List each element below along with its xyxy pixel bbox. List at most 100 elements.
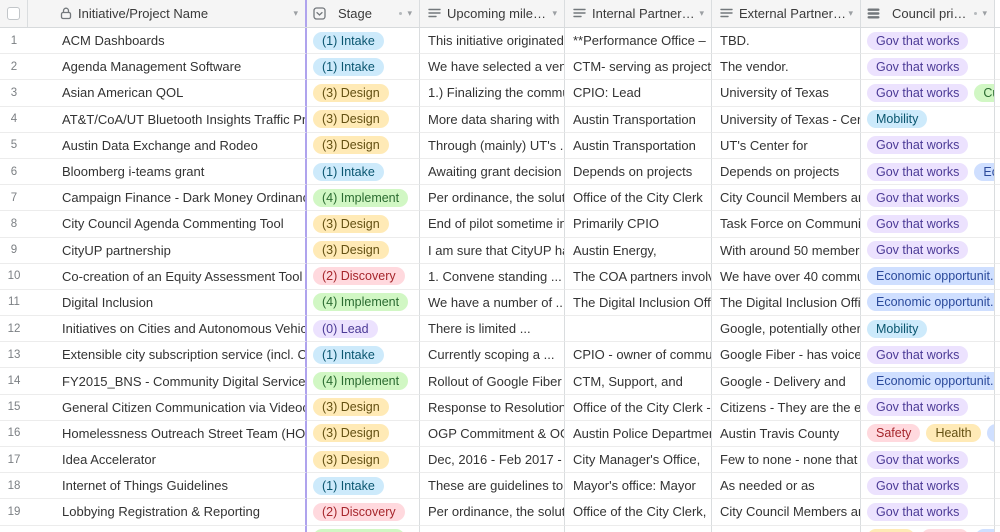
name-cell[interactable]: General Citizen Communication via Videoc… bbox=[28, 394, 307, 421]
select-option-pill[interactable]: (3) Design bbox=[313, 136, 389, 155]
select-option-pill[interactable]: Gov that works bbox=[867, 57, 969, 76]
stage-cell[interactable]: (1) Intake bbox=[307, 54, 420, 81]
select-option-pill[interactable]: (3) Design bbox=[313, 110, 389, 129]
milestones-cell[interactable]: I am sure that CityUP has ... bbox=[420, 237, 565, 264]
stage-cell[interactable]: (3) Design bbox=[307, 420, 420, 447]
stage-cell[interactable]: (3) Design bbox=[307, 132, 420, 159]
milestones-cell[interactable]: We have selected a vend... bbox=[420, 54, 565, 81]
select-option-pill[interactable]: (1) Intake bbox=[313, 57, 384, 76]
milestones-cell[interactable]: We have a number of ... bbox=[420, 289, 565, 317]
name-cell[interactable]: Internet of Things Guidelines bbox=[28, 473, 307, 500]
internal-partnerships-cell[interactable]: **Performance Office – bbox=[565, 28, 712, 55]
select-option-pill[interactable]: Mobility bbox=[867, 319, 928, 338]
external-partnerships-cell[interactable]: With around 50 members bbox=[712, 237, 861, 264]
milestones-cell[interactable]: Awaiting grant decision ... bbox=[420, 158, 565, 186]
select-option-pill[interactable]: (3) Design bbox=[313, 214, 389, 233]
name-cell[interactable]: Lobbying Registration & Reporting bbox=[28, 499, 307, 526]
stage-cell[interactable]: (0) Lead bbox=[307, 316, 420, 343]
column-header-name[interactable]: Initiative/Project Name ▾ bbox=[28, 0, 307, 27]
council-priorities-cell[interactable]: Economic opportunit... bbox=[861, 289, 995, 317]
milestones-cell[interactable]: Through (mainly) UT's ... bbox=[420, 132, 565, 159]
internal-partnerships-cell[interactable] bbox=[565, 525, 712, 532]
select-option-pill[interactable]: (1) Intake bbox=[313, 345, 384, 364]
name-cell[interactable]: CityUP partnership bbox=[28, 237, 307, 264]
stage-cell[interactable]: (3) Design bbox=[307, 106, 420, 133]
select-option-pill[interactable]: Mobility bbox=[867, 110, 928, 129]
council-priorities-cell[interactable]: Gov that works bbox=[861, 237, 995, 264]
council-priorities-cell[interactable]: Gov that works bbox=[861, 447, 995, 474]
external-partnerships-cell[interactable]: Few to none - none that I bbox=[712, 447, 861, 474]
select-option-pill[interactable]: Gov that works bbox=[867, 136, 969, 155]
name-cell[interactable]: Homelessness Outreach Street Team (HOST) bbox=[28, 420, 307, 447]
name-cell[interactable]: AT&T/CoA/UT Bluetooth Insights Traffic P… bbox=[28, 106, 307, 133]
external-partnerships-cell[interactable]: University of Texas bbox=[712, 80, 861, 107]
external-partnerships-cell[interactable]: Google - Delivery and bbox=[712, 368, 861, 395]
external-partnerships-cell[interactable]: TBD. bbox=[712, 28, 861, 55]
select-option-pill[interactable]: Gov that works bbox=[867, 83, 969, 102]
select-option-pill[interactable]: (3) Design bbox=[313, 450, 389, 469]
external-partnerships-cell[interactable]: City Council Members an... bbox=[712, 185, 861, 212]
select-option-pill[interactable]: (4) Implement bbox=[313, 293, 409, 312]
council-priorities-cell[interactable]: Gov that works bbox=[861, 28, 995, 55]
select-option-pill[interactable]: (3) Design bbox=[313, 241, 389, 260]
chevron-down-icon[interactable]: ▾ bbox=[848, 9, 853, 18]
select-option-pill[interactable]: Cultura bbox=[974, 83, 994, 102]
council-priorities-cell[interactable]: Gov that works bbox=[861, 211, 995, 238]
select-option-pill[interactable]: Gov that works bbox=[867, 31, 969, 50]
council-priorities-cell[interactable]: Gov that works bbox=[861, 342, 995, 369]
council-priorities-cell[interactable]: Gov that works bbox=[861, 394, 995, 421]
name-cell[interactable]: Campaign Finance - Dark Money Ordinance bbox=[28, 185, 307, 212]
stage-cell[interactable]: (1) Intake bbox=[307, 342, 420, 369]
external-partnerships-cell[interactable]: As needed or as bbox=[712, 473, 861, 500]
name-cell[interactable]: City Council Agenda Commenting Tool bbox=[28, 211, 307, 238]
column-header-council-priorities[interactable]: Council priorities ▾ bbox=[861, 0, 995, 27]
external-partnerships-cell[interactable] bbox=[712, 525, 861, 532]
name-cell[interactable]: FY2015_BNS - Community Digital Services … bbox=[28, 368, 307, 395]
internal-partnerships-cell[interactable]: Primarily CPIO bbox=[565, 211, 712, 238]
internal-partnerships-cell[interactable]: Office of the City Clerk, bbox=[565, 499, 712, 526]
select-option-pill[interactable]: (3) Design bbox=[313, 424, 389, 443]
select-option-pill[interactable]: Gov that works bbox=[867, 398, 969, 417]
milestones-cell[interactable] bbox=[420, 525, 565, 532]
council-priorities-cell[interactable]: Gov that works bbox=[861, 132, 995, 159]
internal-partnerships-cell[interactable]: CTM- serving as project bbox=[565, 54, 712, 81]
council-priorities-cell[interactable]: Economic opportunit... bbox=[861, 263, 995, 290]
select-option-pill[interactable]: Economic opportunit... bbox=[867, 372, 994, 391]
select-option-pill[interactable]: Gov that works bbox=[867, 188, 969, 207]
council-priorities-cell[interactable]: Gov that works Econo bbox=[861, 158, 995, 186]
stage-cell[interactable]: (4) Implement bbox=[307, 368, 420, 395]
select-option-pill[interactable]: (2) Discovery bbox=[313, 502, 405, 521]
external-partnerships-cell[interactable]: UT's Center for bbox=[712, 132, 861, 159]
internal-partnerships-cell[interactable]: The COA partners involve... bbox=[565, 263, 712, 290]
milestones-cell[interactable]: This initiative originated o... bbox=[420, 28, 565, 55]
name-cell[interactable]: Austin Data Exchange and Rodeo bbox=[28, 132, 307, 159]
select-option-pill[interactable]: (4) Implement bbox=[313, 372, 409, 391]
milestones-cell[interactable]: Response to Resolution ... bbox=[420, 394, 565, 421]
chevron-down-icon[interactable]: ▾ bbox=[407, 9, 412, 18]
internal-partnerships-cell[interactable]: City Manager's Office, bbox=[565, 447, 712, 474]
external-partnerships-cell[interactable]: We have over 40 commun... bbox=[712, 263, 861, 290]
external-partnerships-cell[interactable]: Citizens - They are the en... bbox=[712, 394, 861, 421]
select-option-pill[interactable]: (0) Lead bbox=[313, 319, 378, 338]
external-partnerships-cell[interactable]: Google, potentially other bbox=[712, 316, 861, 343]
name-cell[interactable]: Initiatives on Cities and Autonomous Veh… bbox=[28, 316, 307, 343]
internal-partnerships-cell[interactable] bbox=[565, 316, 712, 343]
council-priorities-cell[interactable]: Economic opportunit... bbox=[861, 368, 995, 395]
column-header-external-partnerships[interactable]: External Partnerships▾ bbox=[712, 0, 861, 27]
milestones-cell[interactable]: There is limited ... bbox=[420, 316, 565, 343]
select-option-pill[interactable]: (1) Intake bbox=[313, 476, 384, 495]
select-option-pill[interactable]: (4) Implement bbox=[313, 188, 409, 207]
external-partnerships-cell[interactable]: The Digital Inclusion Offic... bbox=[712, 289, 861, 317]
select-option-pill[interactable]: Gov that works bbox=[867, 241, 969, 260]
internal-partnerships-cell[interactable]: Austin Police Department:... bbox=[565, 420, 712, 447]
select-option-pill[interactable]: Gov that works bbox=[867, 502, 969, 521]
internal-partnerships-cell[interactable]: CPIO - owner of communi... bbox=[565, 342, 712, 369]
external-partnerships-cell[interactable]: Depends on projects bbox=[712, 158, 861, 186]
select-option-pill[interactable]: Economic opportunit... bbox=[867, 267, 994, 286]
name-cell[interactable]: Asian American QOL bbox=[28, 80, 307, 107]
select-option-pill[interactable]: Econo bbox=[986, 424, 994, 443]
select-option-pill[interactable]: (1) Intake bbox=[313, 162, 384, 181]
column-header-milestones[interactable]: Upcoming milestones▾ bbox=[420, 0, 565, 27]
stage-cell[interactable]: (3) Design bbox=[307, 211, 420, 238]
select-option-pill[interactable]: Safety bbox=[867, 424, 921, 443]
